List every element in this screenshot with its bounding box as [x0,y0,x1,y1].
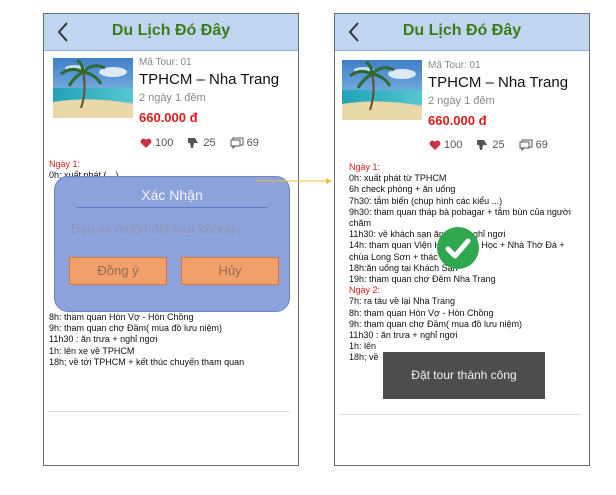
app-header: Du Lịch Đó Đây [335,14,589,51]
success-toast: Đặt tour thành công [383,352,545,399]
app-title: Du Lịch Đó Đây [402,22,522,39]
itinerary-line: 0h: xuất phát từ TPHCM [349,173,447,184]
itinerary-line: 19h: tham quan chợ Đêm Nha Trang [349,274,496,285]
itinerary-line: 9h: tham quan chợ Đầm( mua đồ lưu niệm) [349,318,523,329]
thumbs-down-icon [477,140,488,150]
tour-duration: 2 ngày 1 đêm [428,95,495,107]
like-count: 100 [444,139,463,151]
comment-count: 69 [535,139,548,151]
itinerary-line: 8h: tham quan Hòn Vợ - Hòn Chồng [349,307,494,318]
tour-stats: 100 25 69 [429,139,548,151]
itinerary-line: 11h30 : ăn trưa + nghỉ ngơi [349,330,458,341]
dislike-count: 25 [492,139,505,151]
itinerary-line: Ngày 1: [349,162,381,172]
itinerary-line: 1h: lên [349,341,377,352]
comment-stat[interactable]: 69 [519,139,548,151]
itinerary-line: Ngày 2: [349,285,381,296]
comment-icon [519,139,533,151]
itinerary-line: 6h check phòng + ăn uống [349,184,456,195]
like-stat[interactable]: 100 [429,139,462,151]
divider [339,414,581,415]
itinerary-line: 7h30: tắm biển (chụp hình các kiểu ...) [349,195,503,206]
dislike-stat[interactable]: 25 [476,139,505,151]
tour-thumbnail[interactable] [342,60,422,120]
tour-code: Mã Tour: 01 [428,60,481,71]
tour-price: 660.000 đ [428,113,487,128]
itinerary-line: 9h30: tham quan tháp bà pobagar + tắm bù… [349,206,571,217]
itinerary-line: 7h: ra tàu về lại Nha Trang [349,296,456,307]
tour-route: TPHCM – Nha Trang [428,74,569,91]
check-icon [445,238,471,259]
success-check [437,227,479,269]
heart-icon [429,140,441,150]
